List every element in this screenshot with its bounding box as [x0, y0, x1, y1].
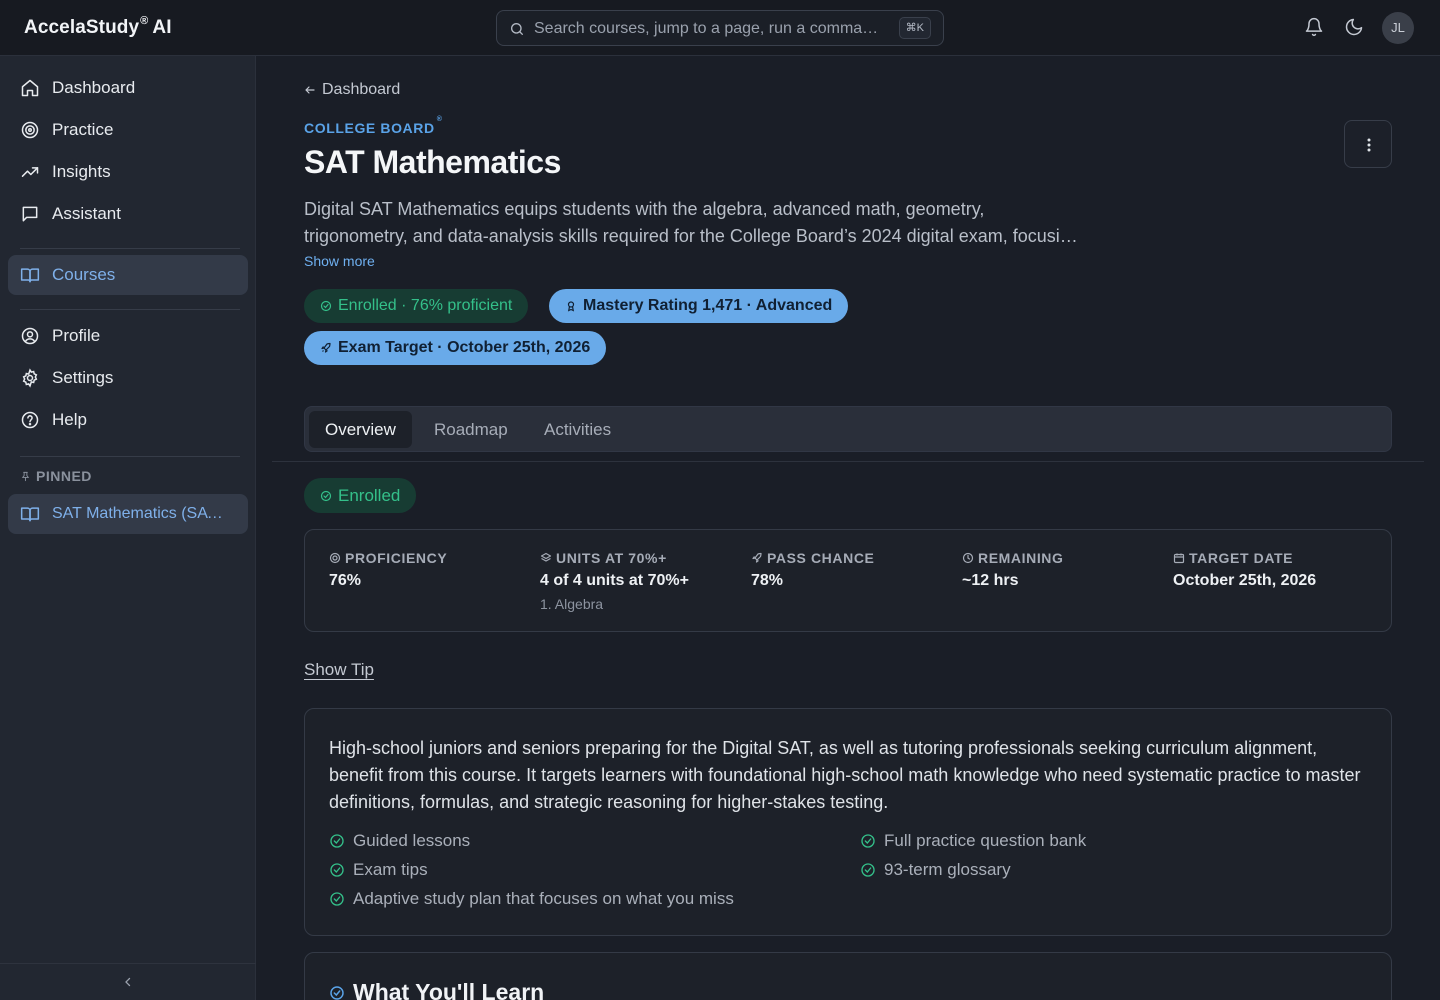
- stat-pass-chance: PASS CHANCE 78%: [751, 550, 875, 589]
- sidebar-item-courses[interactable]: Courses: [8, 255, 248, 295]
- trend-up-icon: [20, 162, 52, 182]
- sidebar-item-settings[interactable]: Settings: [8, 358, 248, 398]
- back-link[interactable]: Dashboard: [304, 81, 400, 99]
- shortcut-hint: ⌘K: [898, 17, 931, 39]
- enrolled-badge: Enrolled · 76% proficient: [304, 289, 529, 323]
- stat-target-date: TARGET DATE October 25th, 2026: [1173, 550, 1317, 589]
- check-circle-icon: [329, 891, 353, 907]
- search-input[interactable]: Search courses, jump to a page, run a co…: [534, 20, 886, 38]
- sidebar: Dashboard Practice Insights Assistant Co…: [0, 56, 256, 1000]
- stat-remaining: REMAINING ~12 hrs: [962, 550, 1064, 589]
- check-circle-icon: [320, 300, 338, 312]
- pin-icon: [20, 470, 36, 483]
- book-icon: [20, 265, 52, 285]
- avatar[interactable]: JL: [1382, 12, 1414, 44]
- help-icon: [20, 410, 52, 430]
- search-icon: [509, 21, 525, 37]
- course-description: Digital SAT Mathematics equips students …: [304, 199, 1080, 246]
- sidebar-item-insights[interactable]: Insights: [8, 152, 248, 192]
- chat-icon: [20, 204, 52, 224]
- rocket-icon: [320, 342, 338, 354]
- check-circle-icon: [329, 833, 353, 849]
- tab-bar: Overview Roadmap Activities: [304, 406, 1392, 452]
- page-title: SAT Mathematics: [304, 144, 561, 180]
- home-icon: [20, 78, 52, 98]
- learn-card: What You'll Learn: [304, 952, 1392, 1000]
- tab-overview[interactable]: Overview: [309, 411, 412, 448]
- sidebar-pinned-course[interactable]: SAT Mathematics (SAT…: [8, 494, 248, 534]
- sidebar-divider: [20, 309, 240, 310]
- sidebar-collapse-button[interactable]: [0, 963, 256, 1000]
- tab-roadmap[interactable]: Roadmap: [418, 411, 524, 448]
- course-provider: COLLEGE BOARD®: [304, 116, 443, 136]
- main-content: Dashboard COLLEGE BOARD® SAT Mathematics…: [256, 56, 1440, 1000]
- sidebar-divider: [20, 456, 240, 457]
- audience-card: High-school juniors and seniors preparin…: [304, 708, 1392, 936]
- feature-item: Exam tips: [329, 860, 428, 880]
- check-circle-icon: [320, 490, 338, 502]
- rocket-icon: [751, 552, 767, 564]
- moon-icon[interactable]: [1344, 17, 1364, 37]
- app-logo[interactable]: AccelaStudy® AI: [24, 15, 172, 39]
- show-tip-link[interactable]: Show Tip: [304, 660, 374, 680]
- stat-units: UNITS AT 70%+ 4 of 4 units at 70%+ 1. Al…: [540, 550, 689, 612]
- audience-description: High-school juniors and seniors preparin…: [329, 738, 1361, 812]
- pinned-header: PINNED: [20, 468, 92, 484]
- exam-target-badge: Exam Target · October 25th, 2026: [304, 331, 607, 365]
- feature-item: Adaptive study plan that focuses on what…: [329, 889, 734, 909]
- layers-icon: [540, 552, 556, 564]
- sidebar-divider: [20, 248, 240, 249]
- top-bar: AccelaStudy® AI Search courses, jump to a…: [0, 0, 1440, 56]
- bell-icon[interactable]: [1304, 17, 1324, 37]
- check-circle-icon: [860, 833, 884, 849]
- mastery-rating-badge: Mastery Rating 1,471 · Advanced: [549, 289, 849, 323]
- sidebar-item-assistant[interactable]: Assistant: [8, 194, 248, 234]
- check-circle-icon: [860, 862, 884, 878]
- user-circle-icon: [20, 326, 52, 346]
- stat-proficiency: PROFICIENCY 76%: [329, 550, 448, 589]
- book-icon: [20, 504, 52, 524]
- more-options-button[interactable]: [1344, 120, 1392, 168]
- divider: [272, 461, 1424, 462]
- check-circle-icon: [329, 862, 353, 878]
- check-circle-icon: [329, 985, 353, 1000]
- arrow-left-icon: [304, 84, 322, 96]
- gear-icon: [20, 368, 52, 388]
- section-heading: What You'll Learn: [329, 979, 544, 1000]
- calendar-icon: [1173, 552, 1189, 564]
- sidebar-item-dashboard[interactable]: Dashboard: [8, 68, 248, 108]
- status-badge: Enrolled: [304, 478, 417, 513]
- tab-activities[interactable]: Activities: [528, 411, 627, 448]
- target-icon: [20, 120, 52, 140]
- feature-item: Full practice question bank: [860, 831, 1086, 851]
- feature-item: 93-term glossary: [860, 860, 1011, 880]
- sidebar-item-practice[interactable]: Practice: [8, 110, 248, 150]
- search-bar[interactable]: Search courses, jump to a page, run a co…: [496, 10, 944, 46]
- clock-icon: [962, 552, 978, 564]
- sidebar-item-help[interactable]: Help: [8, 400, 248, 440]
- award-icon: [565, 300, 583, 312]
- sidebar-item-profile[interactable]: Profile: [8, 316, 248, 356]
- stats-panel: PROFICIENCY 76% UNITS AT 70%+ 4 of 4 uni…: [304, 529, 1392, 632]
- target-icon: [329, 552, 345, 564]
- feature-item: Guided lessons: [329, 831, 470, 851]
- show-more-link[interactable]: Show more: [304, 253, 375, 269]
